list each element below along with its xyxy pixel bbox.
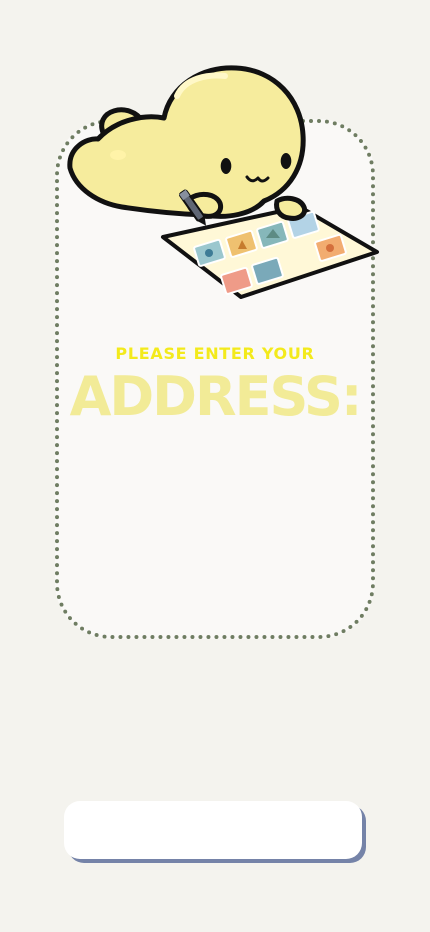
mascot-illustration: [60, 62, 380, 302]
address-heading: ADDRESS:: [69, 365, 363, 428]
address-eyebrow-title: PLEASE ENTER YOUR: [115, 344, 315, 363]
mascot-writing-icon: [67, 65, 379, 299]
address-input[interactable]: [64, 801, 362, 859]
